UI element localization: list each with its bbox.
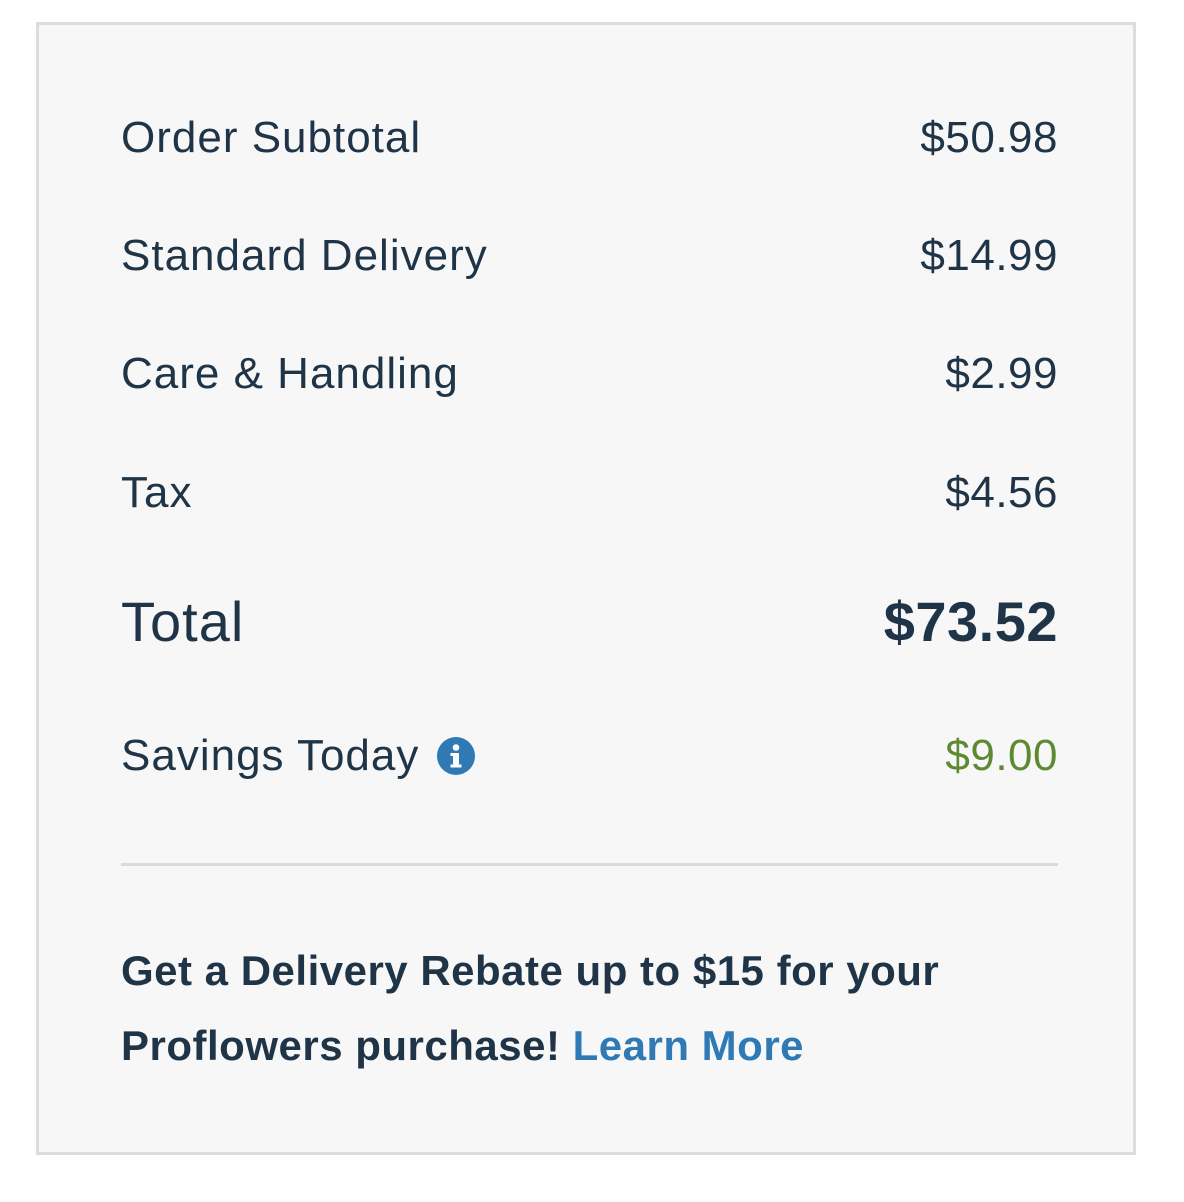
care-handling-label: Care & Handling — [121, 349, 459, 398]
standard-delivery-row: Standard Delivery $14.99 — [121, 231, 1058, 281]
info-icon[interactable] — [437, 737, 476, 775]
order-summary-card: Order Subtotal $50.98 Standard Delivery … — [36, 22, 1136, 1155]
tax-value: $4.56 — [945, 468, 1058, 517]
tax-label: Tax — [121, 468, 193, 517]
order-subtotal-label: Order Subtotal — [121, 113, 422, 162]
order-subtotal-value: $50.98 — [920, 113, 1058, 162]
care-handling-value: $2.99 — [945, 349, 1058, 398]
savings-label-wrap: Savings Today — [121, 731, 476, 781]
savings-row: Savings Today $9.00 — [121, 731, 1058, 781]
rebate-text: Get a Delivery Rebate up to $15 for your… — [121, 947, 940, 1069]
divider — [121, 863, 1058, 866]
savings-value: $9.00 — [945, 731, 1058, 780]
total-row: Total $73.52 — [121, 589, 1058, 654]
learn-more-link[interactable]: Learn More — [573, 1022, 804, 1069]
savings-label: Savings Today — [121, 731, 420, 780]
rebate-message: Get a Delivery Rebate up to $15 for your… — [121, 933, 1071, 1083]
total-value: $73.52 — [883, 590, 1058, 653]
order-subtotal-row: Order Subtotal $50.98 — [121, 113, 1058, 163]
tax-row: Tax $4.56 — [121, 468, 1058, 518]
care-handling-row: Care & Handling $2.99 — [121, 349, 1058, 399]
total-label: Total — [121, 590, 245, 653]
standard-delivery-value: $14.99 — [920, 231, 1058, 280]
standard-delivery-label: Standard Delivery — [121, 231, 488, 280]
